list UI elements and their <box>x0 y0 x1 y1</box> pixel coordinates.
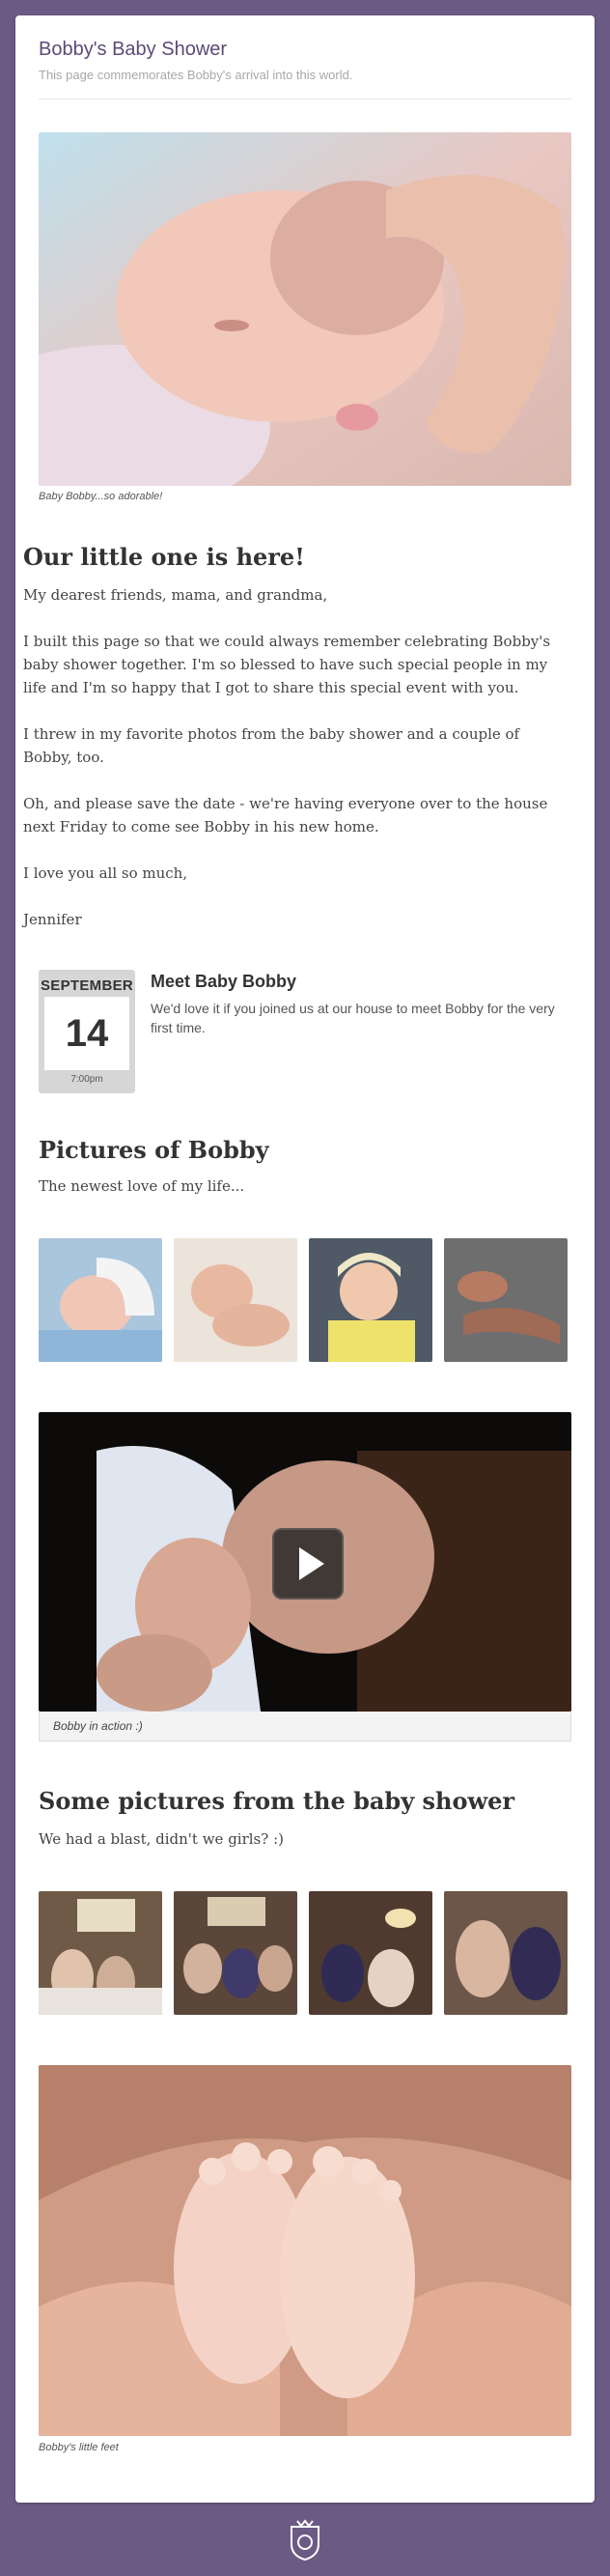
intro-paragraph: Oh, and please save the date - we're hav… <box>23 795 548 835</box>
event-description: We'd love it if you joined us at our hou… <box>151 1001 555 1035</box>
footer-logo[interactable] <box>286 2519 324 2562</box>
page-subtitle: This page commemorates Bobby's arrival i… <box>39 68 353 82</box>
calendar-time: 7:00pm <box>70 1074 103 1085</box>
crest-icon <box>291 2519 319 2562</box>
bobby-thumbnail[interactable] <box>174 1238 297 1362</box>
video-caption-bar: Bobby in action :) <box>39 1712 571 1741</box>
page-title: Bobby's Baby Shower <box>39 39 228 60</box>
calendar-day: 14 <box>44 997 129 1070</box>
feet-caption: Bobby's little feet <box>39 2442 119 2453</box>
shower-subtitle: We had a blast, didn't we girls? :) <box>39 1830 284 1848</box>
intro-signature: Jennifer <box>23 911 82 928</box>
video-caption: Bobby in action :) <box>53 1719 143 1733</box>
pictures-heading: Pictures of Bobby <box>39 1136 269 1164</box>
intro-paragraph: My dearest friends, mama, and grandma, <box>23 586 328 604</box>
hero-baby-photo[interactable] <box>39 132 571 486</box>
bobby-thumbnail[interactable] <box>309 1238 432 1362</box>
intro-paragraph: I love you all so much, <box>23 864 188 882</box>
intro-heading: Our little one is here! <box>23 543 305 571</box>
calendar-month: SEPTEMBER <box>40 977 134 994</box>
bobby-thumbnail[interactable] <box>444 1238 568 1362</box>
shower-thumbnail[interactable] <box>444 1891 568 2015</box>
shower-heading: Some pictures from the baby shower <box>39 1787 515 1815</box>
event-title: Meet Baby Bobby <box>151 972 297 991</box>
intro-paragraph: I threw in my favorite photos from the b… <box>23 725 520 766</box>
pictures-subtitle: The newest love of my life... <box>39 1177 245 1195</box>
bobby-thumbnail[interactable] <box>39 1238 162 1362</box>
shower-thumbnail[interactable] <box>174 1891 297 2015</box>
shower-thumbnail[interactable] <box>309 1891 432 2015</box>
shower-thumbnail[interactable] <box>39 1891 162 2015</box>
hero-caption: Baby Bobby...so adorable! <box>39 491 163 502</box>
event-calendar: SEPTEMBER 14 7:00pm <box>39 970 135 1093</box>
intro-paragraph: I built this page so that we could alway… <box>23 633 551 696</box>
feet-photo[interactable] <box>39 2065 571 2436</box>
play-button[interactable] <box>272 1528 344 1599</box>
play-icon <box>299 1547 324 1580</box>
